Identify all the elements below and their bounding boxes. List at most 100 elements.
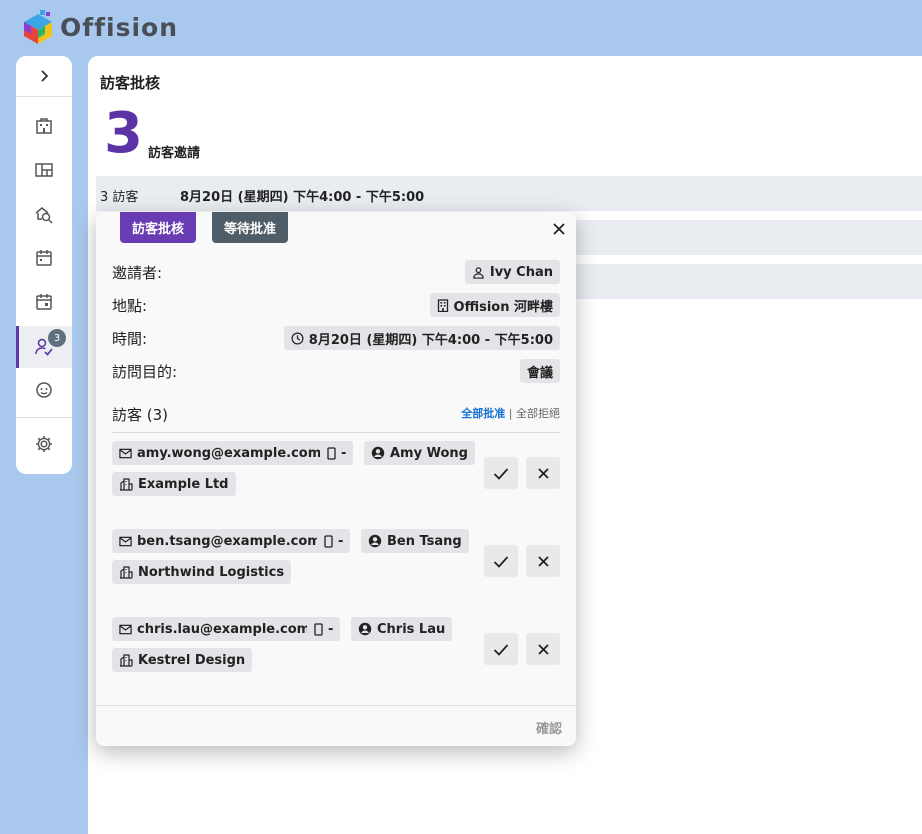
visitor-company-chip: Kestrel Design [112, 648, 253, 672]
gear-icon [36, 436, 52, 452]
clock-icon [291, 332, 304, 344]
visitor-name: Amy Wong [390, 445, 468, 461]
close-icon [537, 555, 549, 567]
visitor-name: Chris Lau [377, 621, 446, 637]
sidebar-item-feedback[interactable] [16, 370, 72, 410]
bulk-actions-divider: | [508, 407, 513, 420]
visitor-approval-button[interactable]: 訪客批核 [120, 212, 197, 243]
visitor-phone: - [328, 621, 334, 637]
visitor-count-badge: 3 [48, 329, 66, 347]
location-value: Offision 河畔樓 [453, 299, 553, 315]
sidebar-item-visitor-approval[interactable]: 3 [16, 326, 72, 368]
visitor-email-chip: amy.wong@example.com [112, 441, 329, 465]
app-logo: Offision [22, 10, 178, 44]
purpose-chip: 會議 [519, 359, 560, 383]
reject-visitor-button[interactable] [526, 457, 560, 489]
logo-icon [22, 10, 54, 44]
location-chip: Offision 河畔樓 [429, 293, 560, 317]
sidebar-item-calendar[interactable] [16, 238, 72, 278]
approve-visitor-button[interactable] [484, 545, 518, 577]
company-icon [120, 478, 133, 491]
visitor-phone-chip: - [307, 617, 341, 641]
invitation-row[interactable]: 3 訪客 8月20日 (星期四) 下午4:00 - 下午5:00 [96, 176, 922, 211]
visitor-phone: - [338, 533, 344, 549]
mail-icon [119, 448, 132, 458]
check-icon [493, 555, 509, 568]
account-circle-icon [371, 446, 385, 460]
invitation-count-label: 訪客邀請 [148, 146, 201, 161]
person-outline-icon [473, 266, 484, 279]
confirm-button[interactable]: 確認 [536, 718, 562, 737]
sidebar-item-floorplan[interactable] [16, 150, 72, 190]
purpose-value: 會議 [526, 365, 553, 381]
account-circle-icon [358, 622, 372, 636]
visitor-company-chip: Northwind Logistics [112, 560, 292, 584]
invitation-count: 3 [104, 101, 143, 166]
location-label: 地點: [112, 297, 148, 315]
row-time: 8月20日 (星期四) 下午4:00 - 下午5:00 [180, 190, 425, 205]
visitor-name-chip: Amy Wong [364, 441, 475, 465]
visitor-phone: - [341, 445, 347, 461]
close-icon [553, 223, 565, 235]
check-icon [493, 467, 509, 480]
phone-icon [327, 446, 336, 460]
reject-visitor-button[interactable] [526, 633, 560, 665]
visitor-email-chip: chris.lau@example.com [112, 617, 318, 641]
reject-visitor-button[interactable] [526, 545, 560, 577]
time-value: 8月20日 (星期四) 下午4:00 - 下午5:00 [308, 332, 553, 348]
visitor-phone-chip: - [320, 441, 354, 465]
phone-icon [324, 534, 333, 548]
sidebar: 3 [16, 56, 72, 474]
visitor-approval-popup: 訪客批核 等待批准 邀請者: Ivy Chan 地點: Offision 河畔樓… [96, 212, 576, 746]
visitor-company: Kestrel Design [138, 652, 246, 668]
mail-icon [119, 536, 132, 546]
face-icon [36, 382, 52, 398]
search-space-icon [35, 207, 53, 224]
phone-icon [314, 622, 323, 636]
account-circle-icon [368, 534, 382, 548]
visitor-phone-chip: - [317, 529, 351, 553]
inviter-label: 邀請者: [112, 264, 163, 282]
row-visitor-count: 3 訪客 [100, 190, 139, 205]
page-title: 訪客批核 [100, 74, 161, 92]
building-icon [36, 118, 52, 134]
mail-icon [119, 624, 132, 634]
chevron-right-icon [41, 70, 49, 82]
visitors-heading: 訪客 (3) [112, 406, 169, 424]
purpose-label: 訪問目的: [112, 363, 178, 381]
close-icon [537, 643, 549, 655]
sidebar-expand-button[interactable] [16, 56, 72, 96]
approve-visitor-button[interactable] [484, 457, 518, 489]
company-icon [120, 566, 133, 579]
close-icon [537, 467, 549, 479]
event-icon [36, 294, 52, 310]
visitor-email: ben.tsang@example.com [137, 533, 321, 549]
time-label: 時間: [112, 330, 148, 348]
time-chip: 8月20日 (星期四) 下午4:00 - 下午5:00 [283, 326, 560, 350]
visitor-email-chip: ben.tsang@example.com [112, 529, 328, 553]
floorplan-icon [35, 163, 53, 177]
visitor-company-chip: Example Ltd [112, 472, 236, 496]
pending-approval-button[interactable]: 等待批准 [212, 212, 289, 243]
company-icon [120, 654, 133, 667]
sidebar-item-office[interactable] [16, 106, 72, 146]
visitor-company: Northwind Logistics [138, 564, 285, 580]
inviter-value: Ivy Chan [489, 264, 553, 280]
visitor-name: Ben Tsang [387, 533, 462, 549]
sidebar-item-events[interactable] [16, 282, 72, 322]
app-name: Offision [60, 12, 178, 42]
bulk-actions: 全部批准 | 全部拒絕 [461, 405, 560, 421]
visitor-company: Example Ltd [138, 476, 229, 492]
calendar-icon [36, 250, 52, 266]
reject-all-link[interactable]: 全部拒絕 [516, 407, 560, 420]
visitor-email: chris.lau@example.com [137, 621, 311, 637]
close-button[interactable] [548, 218, 570, 240]
sidebar-item-search-space[interactable] [16, 194, 72, 234]
visitor-email: amy.wong@example.com [137, 445, 322, 461]
approve-all-link[interactable]: 全部批准 [461, 407, 505, 420]
inviter-chip: Ivy Chan [464, 260, 560, 284]
sidebar-item-settings[interactable] [16, 424, 72, 464]
building-icon [437, 298, 448, 312]
approve-visitor-button[interactable] [484, 633, 518, 665]
check-icon [493, 643, 509, 656]
